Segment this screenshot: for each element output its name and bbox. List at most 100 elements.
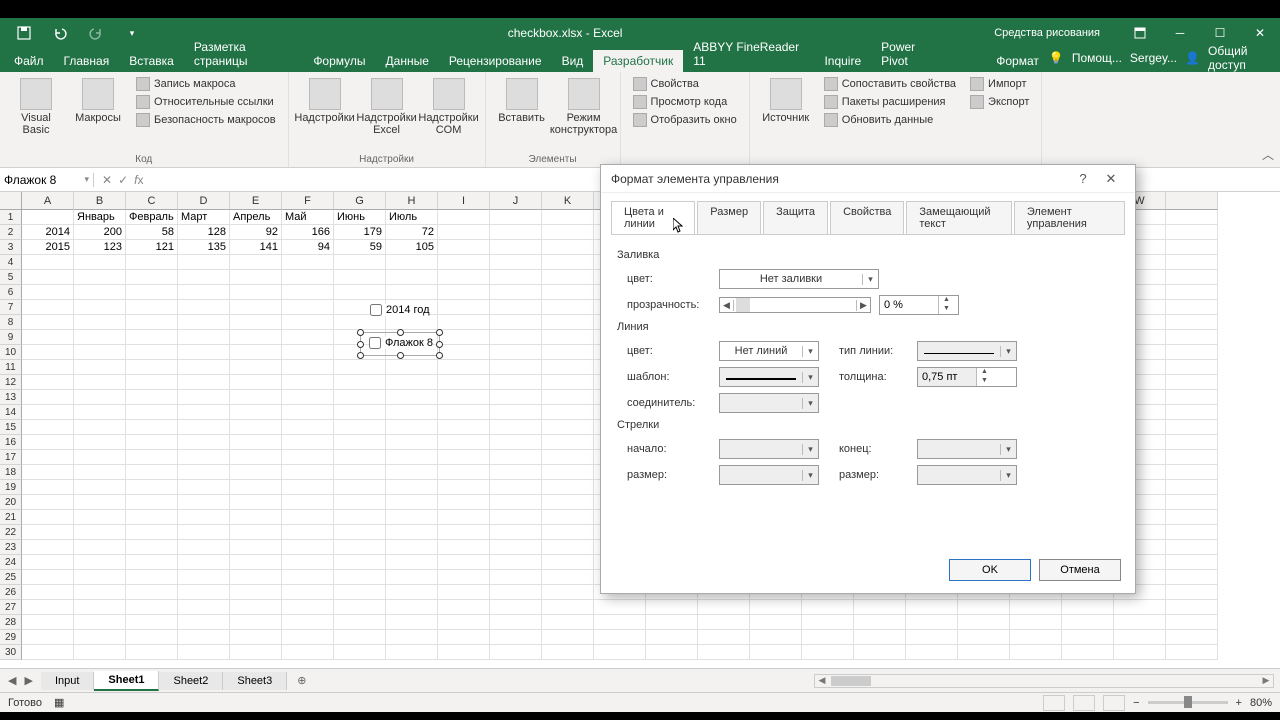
dlg-tab-alt-text[interactable]: Замещающий текст [906,201,1012,234]
cell[interactable] [22,210,74,225]
cell[interactable] [542,345,594,360]
cell[interactable] [178,420,230,435]
spin-down-icon[interactable]: ▼ [977,377,992,386]
cell[interactable] [386,315,438,330]
cell[interactable]: Январь [74,210,126,225]
cell[interactable] [74,540,126,555]
cell[interactable] [178,480,230,495]
cell[interactable] [438,510,490,525]
cell[interactable] [74,465,126,480]
cell[interactable] [334,570,386,585]
cell[interactable] [22,360,74,375]
cell[interactable] [282,330,334,345]
cell[interactable] [178,345,230,360]
cell[interactable] [74,285,126,300]
cell[interactable] [386,570,438,585]
xml-source-button[interactable]: Источник [758,76,814,126]
cell[interactable] [22,330,74,345]
cell[interactable] [386,540,438,555]
cell[interactable] [74,510,126,525]
cell[interactable] [646,630,698,645]
cell[interactable] [594,600,646,615]
tab-review[interactable]: Рецензирование [439,50,552,72]
cell[interactable] [230,270,282,285]
cell[interactable] [334,540,386,555]
zoom-out-icon[interactable]: − [1133,697,1139,709]
cell[interactable] [230,345,282,360]
cell[interactable] [1062,630,1114,645]
tab-inquire[interactable]: Inquire [814,50,871,72]
cell[interactable] [178,465,230,480]
view-page-break-icon[interactable] [1103,695,1125,711]
sheet-tab-sheet3[interactable]: Sheet3 [223,672,287,690]
cell[interactable] [1062,615,1114,630]
cell[interactable] [1166,645,1218,660]
tab-insert[interactable]: Вставка [119,50,184,72]
cell[interactable] [438,360,490,375]
tell-me-label[interactable]: Помощ... [1072,51,1122,65]
cell[interactable] [126,330,178,345]
chevron-down-icon[interactable]: ▾ [802,444,818,455]
zoom-in-icon[interactable]: + [1236,697,1242,709]
cell[interactable] [74,255,126,270]
cell[interactable] [334,255,386,270]
cell[interactable] [854,600,906,615]
cell[interactable] [22,300,74,315]
cell[interactable]: Июнь [334,210,386,225]
cell[interactable]: 94 [282,240,334,255]
cell[interactable] [386,435,438,450]
dialog-help-icon[interactable]: ? [1069,171,1097,186]
cell[interactable] [282,585,334,600]
cell[interactable] [126,510,178,525]
cell[interactable] [126,615,178,630]
cell[interactable] [438,270,490,285]
cell[interactable] [74,480,126,495]
column-header[interactable]: G [334,192,386,210]
undo-icon[interactable] [48,21,72,45]
cell[interactable] [386,465,438,480]
cell[interactable] [906,645,958,660]
cell[interactable] [230,330,282,345]
cell[interactable] [178,540,230,555]
slider-left-icon[interactable]: ◀ [720,300,734,311]
select-all-corner[interactable] [0,192,22,210]
row-header[interactable]: 4 [0,255,22,270]
cell[interactable] [438,405,490,420]
cell[interactable] [542,510,594,525]
row-header[interactable]: 10 [0,345,22,360]
com-addins-button[interactable]: Надстройки COM [421,76,477,138]
cell[interactable] [438,225,490,240]
cell[interactable] [178,360,230,375]
cell[interactable] [126,570,178,585]
cell[interactable] [958,645,1010,660]
cell[interactable] [802,630,854,645]
cell[interactable] [1010,615,1062,630]
cell[interactable] [542,375,594,390]
cell[interactable] [698,600,750,615]
cell[interactable] [386,405,438,420]
cell[interactable] [334,375,386,390]
cell[interactable] [438,210,490,225]
cell[interactable] [282,480,334,495]
cell[interactable]: 200 [74,225,126,240]
cell[interactable] [334,600,386,615]
cell[interactable]: 128 [178,225,230,240]
cell[interactable] [126,255,178,270]
cell[interactable] [178,525,230,540]
cell[interactable] [438,450,490,465]
cell[interactable] [542,420,594,435]
cell[interactable] [490,615,542,630]
cell[interactable] [178,645,230,660]
row-header[interactable]: 9 [0,330,22,345]
cell[interactable] [334,615,386,630]
cell[interactable] [126,525,178,540]
cell[interactable] [126,495,178,510]
cell[interactable] [854,645,906,660]
enter-formula-icon[interactable]: ✓ [118,173,128,187]
cell[interactable] [22,585,74,600]
cell[interactable] [178,450,230,465]
chevron-down-icon[interactable]: ▾ [1000,470,1016,481]
row-header[interactable]: 27 [0,600,22,615]
cell[interactable] [438,555,490,570]
cell[interactable] [1166,480,1218,495]
